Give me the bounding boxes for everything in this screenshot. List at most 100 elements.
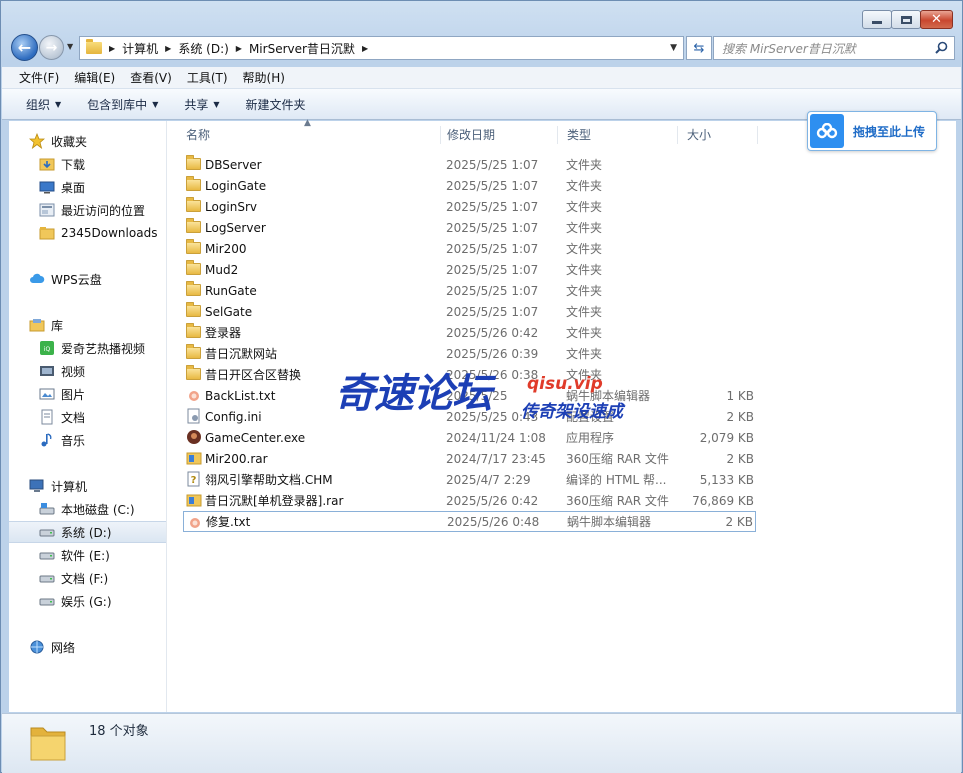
close-button[interactable]: ✕ — [920, 10, 953, 29]
menu-file[interactable]: 文件(F) — [19, 69, 59, 86]
forward-button[interactable]: → — [39, 35, 64, 60]
nav-label: 桌面 — [61, 180, 86, 195]
include-library-button[interactable]: 包含到库中 ▼ — [87, 96, 158, 113]
file-row[interactable]: Mud2 2025/5/25 1:07 文件夹 — [183, 259, 756, 280]
chevron-right-icon[interactable]: ▶ — [362, 44, 368, 53]
file-row[interactable]: LogServer 2025/5/25 1:07 文件夹 — [183, 217, 756, 238]
nav-label: 文档 — [61, 410, 86, 425]
chevron-right-icon[interactable]: ▶ — [236, 44, 242, 53]
nav-label: 文档 (F:) — [61, 571, 109, 586]
file-row[interactable]: ? 翎风引擎帮助文档.CHM 2025/4/7 2:29 编译的 HTML 帮... 5… — [183, 469, 756, 490]
file-row[interactable]: BackList.txt 2025/5/25 蜗牛脚本编辑器 1 KB — [183, 385, 756, 406]
recent-pages-dropdown[interactable]: ▼ — [67, 42, 73, 51]
share-button[interactable]: 共享 ▼ — [184, 96, 219, 113]
breadcrumb-current-folder[interactable]: MirServer昔日沉默 — [249, 40, 355, 57]
file-row[interactable]: 修复.txt 2025/5/26 0:48 蜗牛脚本编辑器 2 KB — [183, 511, 756, 532]
maximize-button[interactable] — [891, 10, 921, 29]
file-row[interactable]: LoginSrv 2025/5/25 1:07 文件夹 — [183, 196, 756, 217]
file-size: 2 KB — [726, 451, 754, 466]
menu-tools[interactable]: 工具(T) — [187, 69, 228, 86]
menu-edit[interactable]: 编辑(E) — [74, 69, 115, 86]
file-row[interactable]: Mir200.rar 2024/7/17 23:45 360压缩 RAR 文件 2 K… — [183, 448, 756, 469]
new-folder-button[interactable]: 新建文件夹 — [246, 96, 306, 113]
caret-down-icon: ▼ — [152, 99, 159, 109]
drag-upload-button[interactable]: 拖拽至此上传 — [807, 111, 937, 151]
file-size: 5,133 KB — [699, 472, 754, 487]
file-row[interactable]: 昔日开区合区替换 2025/5/26 0:38 文件夹 — [183, 364, 756, 385]
nav-libraries[interactable]: 库 — [29, 314, 186, 336]
svg-text:?: ? — [191, 475, 197, 486]
nav-label: 系统 (D:) — [61, 525, 112, 540]
nav-label: 库 — [51, 318, 64, 333]
nav-drive-d[interactable]: 系统 (D:) — [9, 521, 166, 543]
breadcrumb-drive-d[interactable]: 系统 (D:) — [178, 40, 228, 57]
star-icon — [29, 133, 45, 149]
column-label: 类型 — [567, 128, 592, 142]
iqiyi-icon: iQ — [40, 341, 54, 355]
column-header-date[interactable]: 修改日期 — [438, 126, 558, 144]
file-date: 2025/5/26 0:42 — [446, 325, 539, 340]
file-row[interactable]: RunGate 2025/5/25 1:07 文件夹 — [183, 280, 756, 301]
file-row[interactable]: 登录器 2025/5/26 0:42 文件夹 — [183, 322, 756, 343]
file-size: 76,869 KB — [692, 493, 754, 508]
file-row[interactable]: SelGate 2025/5/25 1:07 文件夹 — [183, 301, 756, 322]
help-file-icon: ? — [187, 471, 200, 487]
folder-icon — [186, 218, 201, 233]
nav-favorites[interactable]: 收藏夹 — [29, 130, 186, 152]
nav-wps-cloud[interactable]: WPS云盘 — [29, 268, 186, 290]
folder-icon — [186, 176, 201, 191]
nav-network[interactable]: 网络 — [29, 636, 186, 658]
organize-button[interactable]: 组织 ▼ — [26, 96, 61, 113]
menu-view[interactable]: 查看(V) — [130, 69, 172, 86]
file-row[interactable]: DBServer 2025/5/25 1:07 文件夹 — [183, 154, 756, 175]
file-size: 2 KB — [726, 409, 754, 424]
file-date: 2025/5/26 0:39 — [446, 346, 539, 361]
address-bar[interactable]: ▶ 计算机 ▶ 系统 (D:) ▶ MirServer昔日沉默 ▶ ▼ — [79, 36, 684, 60]
file-type: 360压缩 RAR 文件 — [566, 494, 669, 508]
video-icon — [40, 366, 54, 376]
nav-label: 收藏夹 — [51, 134, 88, 149]
file-row[interactable]: LoginGate 2025/5/25 1:07 文件夹 — [183, 175, 756, 196]
file-name: 登录器 — [205, 326, 242, 340]
address-dropdown-icon[interactable]: ▼ — [670, 43, 683, 53]
file-row[interactable]: Mir200 2025/5/25 1:07 文件夹 — [183, 238, 756, 259]
menu-bar: 文件(F) 编辑(E) 查看(V) 工具(T) 帮助(H) — [2, 67, 961, 89]
drive-icon — [39, 552, 55, 560]
share-label: 共享 — [184, 97, 209, 112]
file-row[interactable]: GameCenter.exe 2024/11/24 1:08 应用程序 2,079 K… — [183, 427, 756, 448]
chevron-right-icon[interactable]: ▶ — [165, 44, 171, 53]
column-header-type[interactable]: 类型 — [558, 126, 678, 144]
column-header-size[interactable]: 大小 — [678, 126, 758, 144]
nav-computer[interactable]: 计算机 — [29, 475, 186, 497]
breadcrumb-computer[interactable]: 计算机 — [122, 40, 158, 57]
item-count: 18 个对象 — [89, 724, 149, 739]
file-date: 2025/5/25 1:07 — [446, 262, 539, 277]
file-row[interactable]: Config.ini 2025/5/25 0:43 配置设置 2 KB — [183, 406, 756, 427]
folder-icon — [39, 227, 55, 240]
file-type: 文件夹 — [566, 200, 603, 214]
menu-help[interactable]: 帮助(H) — [243, 69, 285, 86]
file-type: 文件夹 — [566, 221, 603, 235]
file-date: 2025/4/7 2:29 — [446, 472, 531, 487]
nav-label: 音乐 — [61, 433, 86, 448]
column-label: 大小 — [687, 128, 712, 142]
search-input[interactable]: 搜索 MirServer昔日沉默 — [713, 36, 955, 60]
folder-icon — [186, 302, 201, 317]
chevron-right-icon[interactable]: ▶ — [109, 44, 115, 53]
column-header-name[interactable]: 名称 — [177, 126, 441, 144]
nav-label: 爱奇艺热播视频 — [61, 341, 146, 356]
column-label: 名称 — [186, 128, 211, 142]
nav-label: 2345Downloads — [61, 226, 158, 240]
minimize-button[interactable] — [862, 10, 892, 29]
drive-icon — [39, 575, 55, 583]
file-row[interactable]: 昔日沉默网站 2025/5/26 0:39 文件夹 — [183, 343, 756, 364]
file-row[interactable]: 昔日沉默[单机登录器].rar 2025/5/26 0:42 360压缩 RAR 文… — [183, 490, 756, 511]
library-icon — [29, 319, 45, 332]
drive-icon — [39, 598, 55, 606]
refresh-button[interactable]: ⇆ — [686, 36, 712, 60]
file-date: 2025/5/25 1:07 — [446, 157, 539, 172]
back-button[interactable]: ← — [11, 34, 38, 61]
snail-script-icon — [190, 518, 200, 528]
nav-label: 视频 — [61, 364, 86, 379]
file-type: 文件夹 — [566, 347, 603, 361]
